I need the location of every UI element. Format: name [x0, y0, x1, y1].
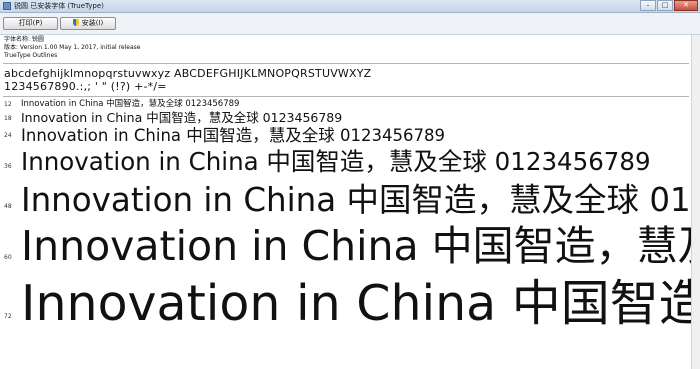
- font-app-icon: [3, 2, 11, 10]
- sample-text: Innovation in China 中国智造，慧及全球 0123456789: [21, 110, 343, 125]
- sample-size-label: 72: [4, 313, 12, 320]
- title-bar: 锐圆 已安装字体 (TrueType) – □ ✕: [0, 0, 700, 13]
- font-info: 字体名称: 锐圆 版本: Version 1.00 May 1, 2017, i…: [4, 36, 140, 60]
- print-button-label: 打印(P): [18, 19, 43, 27]
- font-preview-area: 字体名称: 锐圆 版本: Version 1.00 May 1, 2017, i…: [0, 35, 700, 369]
- vertical-scrollbar[interactable]: [691, 35, 700, 369]
- sample-size-label: 24: [4, 132, 12, 139]
- install-button[interactable]: 安装(I): [60, 17, 116, 30]
- divider: [3, 96, 689, 97]
- window-controls: – □ ✕: [639, 0, 698, 11]
- sample-size-label: 36: [4, 163, 12, 170]
- uac-shield-icon: [72, 19, 79, 26]
- sample-size-label: 12: [4, 101, 12, 108]
- font-version: 版本: Version 1.00 May 1, 2017, initial re…: [4, 44, 141, 51]
- sample-size-label: 60: [4, 254, 12, 261]
- sample-text: Innovation in China 中国智造，慧及全球 0123456789: [21, 181, 700, 219]
- sample-text: Innovation in China 中国智造，慧及全球 0123456789: [21, 275, 700, 332]
- sample-text: Innovation in China 中国智造，慧及全球 0123456789: [21, 126, 445, 145]
- minimize-button[interactable]: –: [640, 0, 656, 11]
- sample-size-label: 48: [4, 203, 12, 210]
- charset-line-2: 1234567890.:,; ' " (!?) +-*/=: [4, 80, 167, 93]
- sample-text: Innovation in China 中国智造，慧及全球 0123456789: [21, 147, 651, 176]
- font-name: 字体名称: 锐圆: [4, 36, 44, 43]
- install-button-label: 安装(I): [81, 19, 104, 27]
- divider: [3, 63, 689, 64]
- sample-text: Innovation in China 中国智造，慧及全球 0123456789: [21, 222, 700, 270]
- sample-size-label: 18: [4, 115, 12, 122]
- toolbar: 打印(P) 安装(I): [0, 13, 700, 35]
- close-button[interactable]: ✕: [674, 0, 698, 11]
- charset-line-1: abcdefghijklmnopqrstuvwxyz ABCDEFGHIJKLM…: [4, 67, 372, 80]
- print-button[interactable]: 打印(P): [3, 17, 58, 30]
- sample-text: Innovation in China 中国智造，慧及全球 0123456789: [21, 99, 240, 109]
- maximize-button[interactable]: □: [657, 0, 673, 11]
- font-outlines: TrueType Outlines: [4, 52, 58, 59]
- window-title: 锐圆 已安装字体 (TrueType): [14, 2, 104, 10]
